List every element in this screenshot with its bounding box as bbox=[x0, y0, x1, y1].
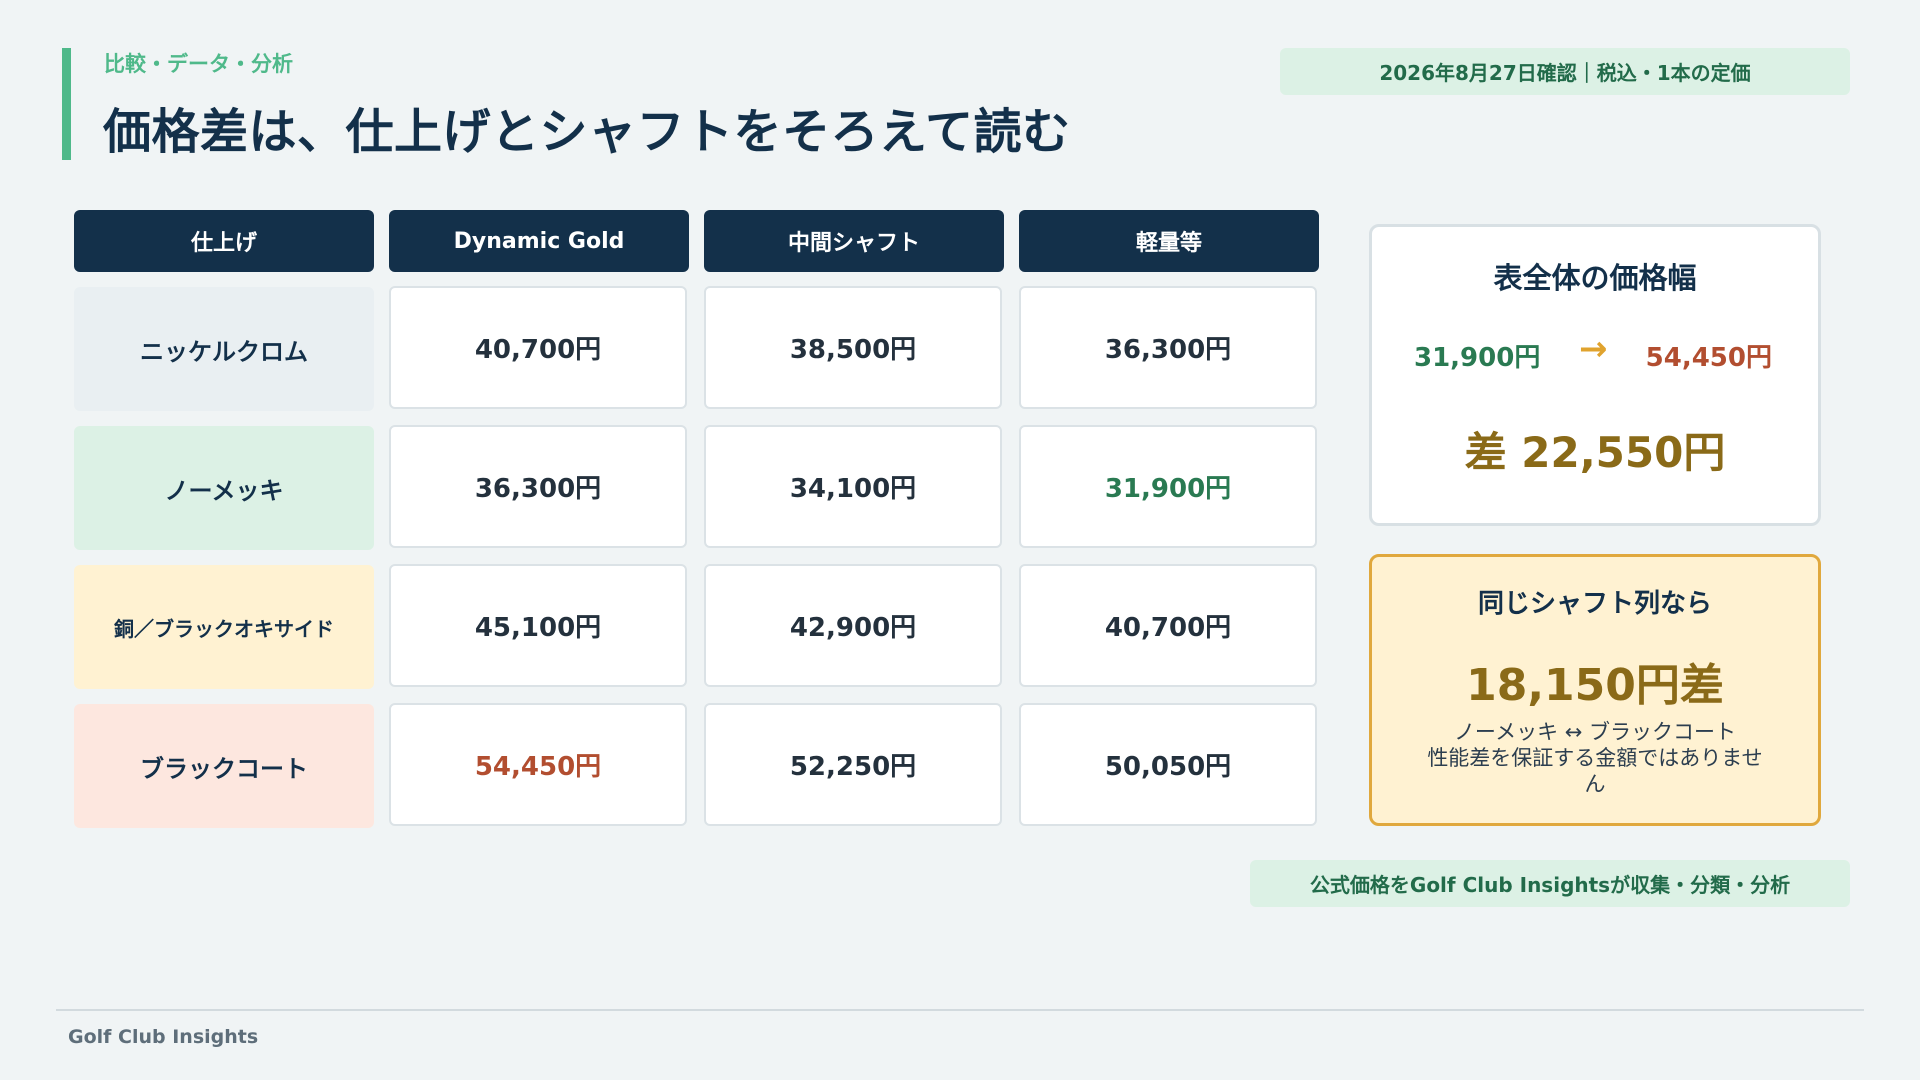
same-shaft-title: 同じシャフト列なら bbox=[1477, 589, 1712, 619]
right-arrow-icon: → bbox=[1579, 329, 1608, 369]
range-card-title: 表全体の価格幅 bbox=[1493, 261, 1697, 295]
column-header-lightweight: 軽量等 bbox=[1019, 210, 1319, 272]
source-note: 公式価格をGolf Club Insightsが収集・分類・分析 bbox=[1250, 860, 1850, 907]
price-cell: 34,100円 bbox=[704, 425, 1002, 548]
section-kicker: 比較・データ・分析 bbox=[104, 52, 293, 76]
price-cell: 38,500円 bbox=[704, 286, 1002, 409]
range-min-value: 31,900円 bbox=[1414, 343, 1541, 373]
price-cell-lowest: 31,900円 bbox=[1019, 425, 1317, 548]
price-cell: 36,300円 bbox=[389, 425, 687, 548]
price-cell: 45,100円 bbox=[389, 564, 687, 687]
price-cell: 40,700円 bbox=[389, 286, 687, 409]
same-shaft-card: 同じシャフト列なら 18,150円差 ノーメッキ ↔ ブラックコート 性能差を保… bbox=[1369, 554, 1821, 826]
row-label-nickel-chrome: ニッケルクロム bbox=[74, 287, 374, 411]
same-shaft-difference: 18,150円差 bbox=[1466, 660, 1724, 711]
price-range-card: 表全体の価格幅 31,900円 → 54,450円 差 22,550円 bbox=[1369, 224, 1821, 526]
row-label-black-coat: ブラックコート bbox=[74, 704, 374, 828]
row-label-copper-black-oxide: 銅／ブラックオキサイド bbox=[74, 565, 374, 689]
price-cell: 50,050円 bbox=[1019, 703, 1317, 826]
row-label-no-plating: ノーメッキ bbox=[74, 426, 374, 550]
column-header-finish: 仕上げ bbox=[74, 210, 374, 272]
price-cell-highest: 54,450円 bbox=[389, 703, 687, 826]
column-header-mid-shaft: 中間シャフト bbox=[704, 210, 1004, 272]
price-cell: 36,300円 bbox=[1019, 286, 1317, 409]
footer-divider bbox=[56, 1009, 1864, 1011]
title-accent-bar bbox=[62, 48, 71, 160]
footer-brand: Golf Club Insights bbox=[68, 1026, 259, 1048]
range-difference: 差 22,550円 bbox=[1464, 428, 1726, 477]
page-title: 価格差は、仕上げとシャフトをそろえて読む bbox=[103, 104, 1071, 160]
same-shaft-note-line1: ノーメッキ ↔ ブラックコート bbox=[1453, 720, 1737, 744]
price-cell: 42,900円 bbox=[704, 564, 1002, 687]
date-badge: 2026年8月27日確認｜税込・1本の定価 bbox=[1280, 48, 1850, 95]
range-max-value: 54,450円 bbox=[1645, 343, 1772, 373]
same-shaft-note-line2: 性能差を保証する金額ではありません bbox=[1427, 746, 1763, 796]
same-shaft-note: ノーメッキ ↔ ブラックコート 性能差を保証する金額ではありません bbox=[1422, 719, 1768, 797]
price-cell: 40,700円 bbox=[1019, 564, 1317, 687]
column-header-dynamic-gold: Dynamic Gold bbox=[389, 210, 689, 272]
price-cell: 52,250円 bbox=[704, 703, 1002, 826]
